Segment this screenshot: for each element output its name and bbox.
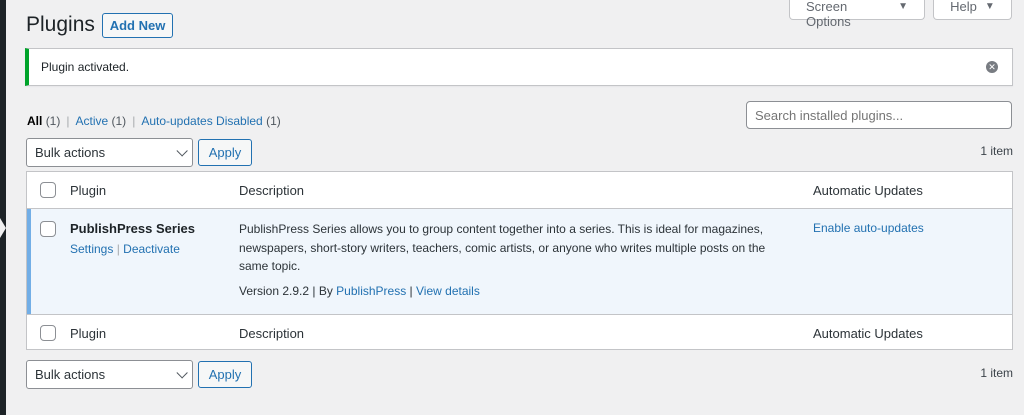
filter-active-count: (1) (111, 114, 127, 128)
close-circle-icon[interactable]: ✕ (986, 61, 998, 73)
settings-link[interactable]: Settings (70, 242, 113, 256)
table-header: Plugin Description Automatic Updates (27, 172, 1012, 209)
filter-all-label: All (27, 114, 43, 128)
apply-button-bottom[interactable]: Apply (198, 361, 252, 388)
screen-meta-links: Screen Options ▼ Help ▼ (789, 0, 1012, 29)
caret-down-icon: ▼ (898, 1, 908, 12)
filter-all[interactable]: All (1) (27, 114, 60, 128)
plugin-version-author: Version 2.9.2 | By PublishPress | View d… (239, 284, 480, 298)
filter-active[interactable]: Active (1) (75, 114, 126, 128)
filter-separator: | (132, 114, 136, 128)
view-details-link[interactable]: View details (416, 284, 480, 298)
enable-auto-updates-link[interactable]: Enable auto-updates (813, 221, 924, 235)
chevron-down-icon (176, 366, 188, 379)
search-plugins-input[interactable] (746, 101, 1012, 129)
plugins-table: Plugin Description Automatic Updates Pub… (26, 171, 1013, 350)
column-footer-description: Description (239, 325, 305, 341)
help-button[interactable]: Help ▼ (933, 0, 1012, 20)
tablenav-bottom: Bulk actions Apply 1 item (26, 360, 1013, 390)
row-actions: Settings | Deactivate (70, 242, 180, 256)
success-notice: Plugin activated. ✕ (25, 48, 1013, 86)
filter-all-count: (1) (45, 114, 61, 128)
plugin-status-filters: All (1) | Active (1) | Auto-updates Disa… (27, 114, 281, 128)
filter-auto-updates-disabled-label[interactable]: Auto-updates Disabled (141, 114, 262, 128)
table-footer: Plugin Description Automatic Updates (27, 314, 1012, 351)
bulk-actions-label: Bulk actions (35, 145, 106, 160)
screen-options-label: Screen Options (806, 0, 851, 29)
select-all-checkbox[interactable] (40, 182, 56, 198)
row-action-separator: | (116, 242, 120, 256)
filter-separator: | (66, 114, 70, 128)
add-new-button[interactable]: Add New (102, 13, 173, 38)
page-title: Plugins (26, 13, 95, 36)
column-header-description: Description (239, 182, 305, 198)
bulk-actions-select[interactable]: Bulk actions (26, 138, 193, 167)
select-all-checkbox-footer[interactable] (40, 325, 56, 341)
help-label: Help (950, 0, 977, 14)
table-row: PublishPress Series Settings | Deactivat… (27, 209, 1012, 314)
column-footer-automatic-updates: Automatic Updates (813, 325, 923, 341)
column-header-automatic-updates: Automatic Updates (813, 182, 923, 198)
item-count: 1 item (980, 144, 1013, 158)
meta-separator: | (409, 284, 413, 298)
current-menu-arrow (0, 218, 6, 238)
notice-text: Plugin activated. (41, 60, 130, 74)
filter-active-label[interactable]: Active (75, 114, 108, 128)
filter-auto-updates-disabled-count: (1) (266, 114, 281, 128)
screen-options-button[interactable]: Screen Options ▼ (789, 0, 925, 29)
chevron-down-icon (176, 144, 188, 157)
item-count: 1 item (980, 366, 1013, 380)
tablenav-top: Bulk actions Apply 1 item (26, 138, 1013, 168)
plugin-description: PublishPress Series allows you to group … (239, 222, 766, 273)
author-link[interactable]: PublishPress (336, 284, 406, 298)
caret-down-icon: ▼ (984, 1, 995, 12)
column-footer-plugin: Plugin (70, 325, 107, 341)
bulk-actions-label: Bulk actions (35, 367, 106, 382)
apply-button[interactable]: Apply (198, 139, 252, 166)
row-checkbox[interactable] (40, 221, 56, 237)
deactivate-link[interactable]: Deactivate (123, 242, 180, 256)
admin-sidebar-edge (0, 0, 6, 415)
filter-auto-updates-disabled[interactable]: Auto-updates Disabled (1) (141, 114, 280, 128)
bulk-actions-select-bottom[interactable]: Bulk actions (26, 360, 193, 389)
version-prefix: Version 2.9.2 | By (239, 284, 337, 298)
column-header-plugin: Plugin (70, 182, 107, 198)
plugin-name: PublishPress Series (70, 221, 196, 236)
